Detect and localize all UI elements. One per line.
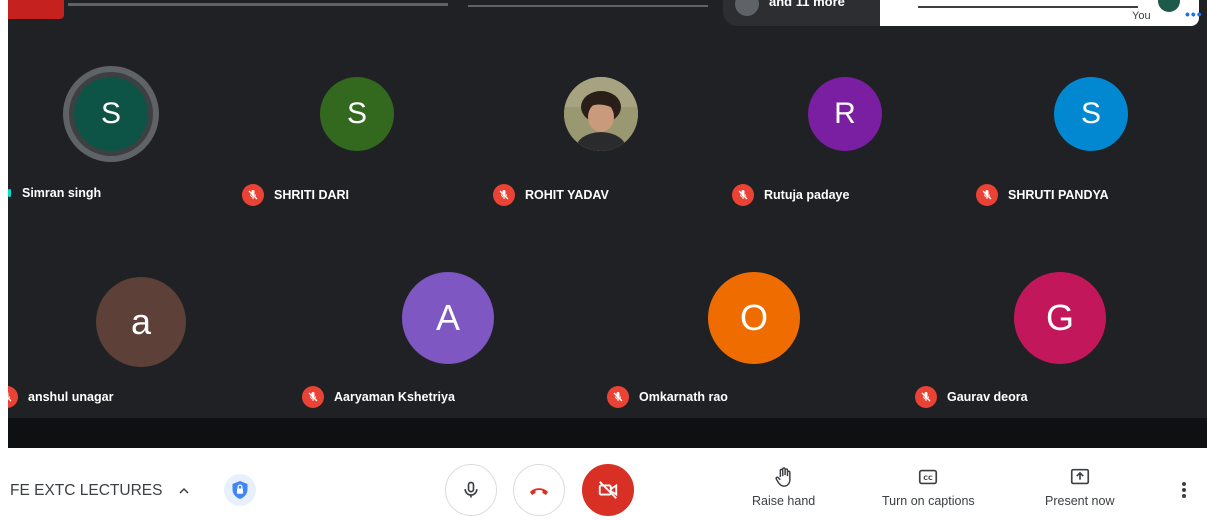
- self-label: You: [1132, 10, 1151, 22]
- participant-name: ROHIT YADAV: [525, 188, 609, 202]
- raise-hand-label: Raise hand: [752, 494, 816, 508]
- meeting-details-button[interactable]: FE EXTC LECTURES: [10, 482, 192, 500]
- participant-tile-anshul[interactable]: a anshul unagar: [8, 240, 308, 418]
- host-controls-button[interactable]: [224, 474, 256, 506]
- avatar-initial: S: [74, 77, 148, 151]
- avatar-photo: [564, 77, 638, 151]
- participant-tile-rutuja[interactable]: R Rutuja padaye: [732, 0, 983, 230]
- lock-icon: [232, 481, 248, 499]
- mic-off-icon: [493, 184, 515, 206]
- camera-off-icon: [598, 481, 618, 499]
- participant-name: Aaryaman Kshetriya: [334, 390, 455, 404]
- mic-off-icon: [8, 386, 18, 408]
- video-grid: and 11 more S Simran singh S SHRITI DARI: [8, 0, 1207, 448]
- stage-bottom-band: [8, 418, 1207, 448]
- captions-icon: CC: [919, 469, 938, 485]
- participant-tile-omkarnath[interactable]: O Omkarnath rao: [607, 240, 918, 418]
- avatar-initial: A: [402, 272, 494, 364]
- end-call-icon: [530, 488, 548, 495]
- mic-off-icon: [607, 386, 629, 408]
- avatar-initial: R: [808, 77, 882, 151]
- participant-name: Omkarnath rao: [639, 390, 728, 404]
- avatar-initial: G: [1014, 272, 1106, 364]
- raise-hand-icon: [775, 467, 791, 487]
- participant-tile-aaryaman[interactable]: A Aaryaman Kshetriya: [302, 240, 613, 418]
- mic-off-icon: [976, 184, 998, 206]
- captions-label: Turn on captions: [882, 494, 975, 508]
- mic-off-icon: [242, 184, 264, 206]
- raise-hand-button[interactable]: Raise hand: [752, 466, 815, 508]
- mic-off-icon: [915, 386, 937, 408]
- mic-off-icon: [732, 184, 754, 206]
- avatar-inner: S: [69, 72, 153, 156]
- control-bar: FE EXTC LECTURES Raise hand CC Turn on c…: [0, 448, 1207, 521]
- mic-off-icon: [302, 386, 324, 408]
- participant-tile-shruti[interactable]: S SHRUTI PANDYA: [976, 0, 1207, 230]
- self-view-panel[interactable]: You •••: [880, 0, 1202, 26]
- more-vert-icon: [1182, 482, 1186, 498]
- participant-name: Rutuja padaye: [764, 188, 850, 202]
- self-panel-divider: [918, 6, 1138, 8]
- left-edge-strip: [0, 0, 8, 448]
- avatar-initial: S: [320, 77, 394, 151]
- participant-name: SHRITI DARI: [274, 188, 349, 202]
- avatar-initial: a: [96, 277, 186, 367]
- microphone-icon: [464, 481, 478, 498]
- participant-tile-shriti[interactable]: S SHRITI DARI: [242, 0, 493, 230]
- microphone-button[interactable]: [445, 464, 497, 516]
- camera-toggle-button[interactable]: [582, 464, 634, 516]
- present-icon: [1070, 468, 1089, 485]
- present-now-label: Present now: [1045, 494, 1115, 508]
- participant-tile-gaurav[interactable]: G Gaurav deora: [915, 240, 1207, 418]
- avatar-initial: O: [708, 272, 800, 364]
- end-call-button[interactable]: [513, 464, 565, 516]
- meeting-name: FE EXTC LECTURES: [10, 482, 163, 499]
- more-options-button[interactable]: [1172, 478, 1196, 502]
- participant-tile-simran[interactable]: S Simran singh: [8, 0, 248, 230]
- avatar: S: [63, 66, 159, 162]
- captions-button[interactable]: CC Turn on captions: [882, 466, 975, 508]
- speaking-indicator-icon: [8, 188, 12, 198]
- svg-text:CC: CC: [924, 474, 934, 482]
- participant-name: SHRUTI PANDYA: [1008, 188, 1109, 202]
- more-options-icon[interactable]: •••: [1185, 6, 1203, 22]
- participant-name: Simran singh: [22, 186, 102, 200]
- participant-name: anshul unagar: [28, 390, 114, 404]
- present-now-button[interactable]: Present now: [1045, 466, 1114, 508]
- participant-tile-rohit[interactable]: ROHIT YADAV: [493, 0, 738, 230]
- chevron-up-icon: [179, 487, 189, 494]
- participant-name: Gaurav deora: [947, 390, 1028, 404]
- avatar: [1158, 0, 1180, 12]
- avatar-initial: S: [1054, 77, 1128, 151]
